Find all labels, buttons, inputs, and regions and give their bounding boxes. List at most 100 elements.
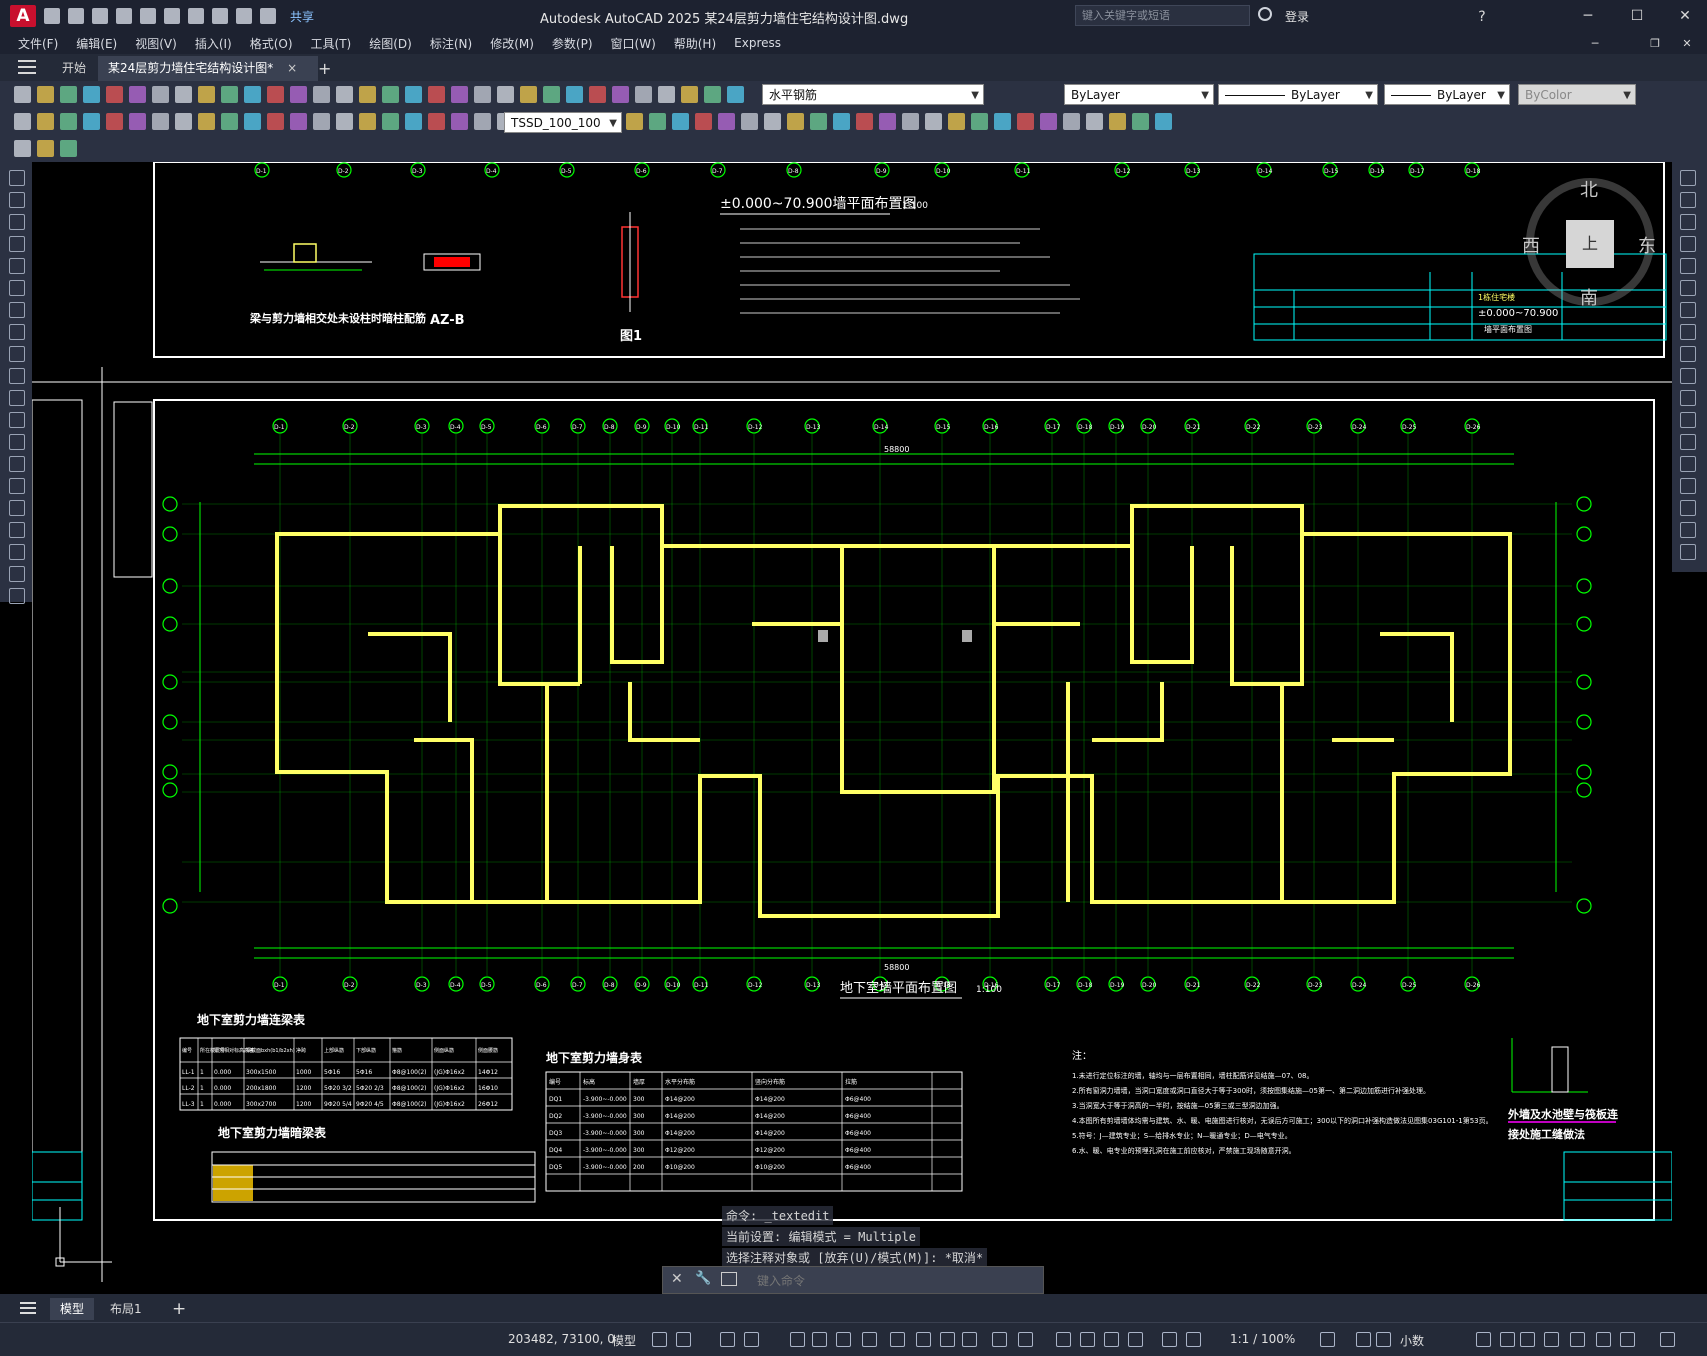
palette-tool-icon[interactable] xyxy=(1680,522,1696,538)
toolbar-tool-icon[interactable] xyxy=(1155,113,1172,130)
toolbar-tool-icon[interactable] xyxy=(267,86,284,103)
palette-tool-icon[interactable] xyxy=(1680,258,1696,274)
toolbar-tool-icon[interactable] xyxy=(672,113,689,130)
palette-tool-icon[interactable] xyxy=(9,324,25,340)
toolbar-tool-icon[interactable] xyxy=(405,86,422,103)
palette-tool-icon[interactable] xyxy=(9,588,25,604)
status-toggle-icon[interactable] xyxy=(1356,1332,1371,1347)
wrench-icon[interactable]: 🔧 xyxy=(695,1271,711,1286)
status-toggle-icon[interactable] xyxy=(890,1332,905,1347)
toolbar-tool-icon[interactable] xyxy=(695,113,712,130)
palette-tool-icon[interactable] xyxy=(1680,500,1696,516)
palette-tool-icon[interactable] xyxy=(9,434,25,450)
toolbar-tool-icon[interactable] xyxy=(60,140,77,157)
menu-tools[interactable]: 工具(T) xyxy=(311,35,352,52)
palette-tool-icon[interactable] xyxy=(1680,236,1696,252)
layer-dropdown[interactable]: 水平钢筋 ▼ xyxy=(762,84,984,105)
toolbar-tool-icon[interactable] xyxy=(267,113,284,130)
toolbar-tool-icon[interactable] xyxy=(152,113,169,130)
palette-tool-icon[interactable] xyxy=(9,456,25,472)
palette-tool-icon[interactable] xyxy=(9,522,25,538)
palette-tool-icon[interactable] xyxy=(9,412,25,428)
toolbar-tool-icon[interactable] xyxy=(727,86,744,103)
toolbar-tool-icon[interactable] xyxy=(704,86,721,103)
menu-express[interactable]: Express xyxy=(734,36,781,50)
viewcube-east[interactable]: 东 xyxy=(1638,232,1656,258)
menu-modify[interactable]: 修改(M) xyxy=(490,35,534,52)
toolbar-tool-icon[interactable] xyxy=(612,86,629,103)
toolbar-tool-icon[interactable] xyxy=(764,113,781,130)
palette-tool-icon[interactable] xyxy=(9,566,25,582)
toolbar-tool-icon[interactable] xyxy=(718,113,735,130)
toolbar-tool-icon[interactable] xyxy=(244,86,261,103)
toolbar-tool-icon[interactable] xyxy=(1132,113,1149,130)
toolbar-tool-icon[interactable] xyxy=(879,113,896,130)
toolbar-tool-icon[interactable] xyxy=(106,86,123,103)
toolbar-tool-icon[interactable] xyxy=(497,86,514,103)
tab-layout1[interactable]: 布局1 xyxy=(100,1298,152,1320)
toolbar-tool-icon[interactable] xyxy=(14,86,31,103)
status-toggle-icon[interactable] xyxy=(812,1332,827,1347)
menu-file[interactable]: 文件(F) xyxy=(18,35,58,52)
status-toggle-icon[interactable] xyxy=(1620,1332,1635,1347)
menu-insert[interactable]: 插入(I) xyxy=(195,35,232,52)
palette-tool-icon[interactable] xyxy=(1680,170,1696,186)
status-toggle-icon[interactable] xyxy=(1080,1332,1095,1347)
palette-tool-icon[interactable] xyxy=(1680,214,1696,230)
toolbar-tool-icon[interactable] xyxy=(1086,113,1103,130)
toolbar-tool-icon[interactable] xyxy=(129,113,146,130)
palette-tool-icon[interactable] xyxy=(9,214,25,230)
status-toggle-icon[interactable] xyxy=(1186,1332,1201,1347)
status-toggle-icon[interactable] xyxy=(962,1332,977,1347)
doc-close-button[interactable]: ✕ xyxy=(1677,34,1697,54)
toolbar-tool-icon[interactable] xyxy=(60,113,77,130)
toolbar-tool-icon[interactable] xyxy=(359,86,376,103)
command-input[interactable] xyxy=(755,1271,1029,1290)
toolbar-tool-icon[interactable] xyxy=(152,86,169,103)
toolbar-tool-icon[interactable] xyxy=(37,86,54,103)
autocad-logo-icon[interactable]: A xyxy=(10,5,36,27)
layout-menu-icon[interactable] xyxy=(20,1302,36,1314)
menu-window[interactable]: 窗口(W) xyxy=(611,35,656,52)
toolbar-tool-icon[interactable] xyxy=(405,113,422,130)
share-button[interactable]: 共享 xyxy=(290,8,314,25)
toolbar-tool-icon[interactable] xyxy=(649,113,666,130)
status-toggle-icon[interactable] xyxy=(1162,1332,1177,1347)
status-toggle-icon[interactable] xyxy=(676,1332,691,1347)
status-toggle-icon[interactable] xyxy=(1476,1332,1491,1347)
add-layout-button[interactable]: + xyxy=(162,1298,196,1320)
toolbar-tool-icon[interactable] xyxy=(658,86,675,103)
toolbar-tool-icon[interactable] xyxy=(681,86,698,103)
toolbar-tool-icon[interactable] xyxy=(359,113,376,130)
toolbar-tool-icon[interactable] xyxy=(1109,113,1126,130)
viewcube[interactable]: 北 南 东 西 上 xyxy=(1520,172,1660,312)
toolbar-tool-icon[interactable] xyxy=(290,86,307,103)
status-toggle-icon[interactable] xyxy=(1544,1332,1559,1347)
viewcube-south[interactable]: 南 xyxy=(1580,284,1598,310)
menu-help[interactable]: 帮助(H) xyxy=(674,35,716,52)
annotation-scale[interactable]: 1:1 / 100% xyxy=(1230,1332,1295,1346)
toolbar-tool-icon[interactable] xyxy=(60,86,77,103)
palette-tool-icon[interactable] xyxy=(9,478,25,494)
palette-tool-icon[interactable] xyxy=(9,390,25,406)
viewcube-north[interactable]: 北 xyxy=(1580,176,1598,202)
toolbar-tool-icon[interactable] xyxy=(221,86,238,103)
toolbar-tool-icon[interactable] xyxy=(198,113,215,130)
status-toggle-icon[interactable] xyxy=(1500,1332,1515,1347)
palette-tool-icon[interactable] xyxy=(1680,412,1696,428)
status-toggle-icon[interactable] xyxy=(1104,1332,1119,1347)
toolbar-tool-icon[interactable] xyxy=(971,113,988,130)
maximize-button[interactable]: ☐ xyxy=(1627,6,1647,26)
toolbar-tool-icon[interactable] xyxy=(83,86,100,103)
status-toggle-icon[interactable] xyxy=(1376,1332,1391,1347)
toolbar-tool-icon[interactable] xyxy=(474,113,491,130)
toolbar-tool-icon[interactable] xyxy=(626,113,643,130)
save-icon[interactable] xyxy=(92,8,108,24)
status-toggle-icon[interactable] xyxy=(652,1332,667,1347)
toolbar-tool-icon[interactable] xyxy=(474,86,491,103)
palette-tool-icon[interactable] xyxy=(9,236,25,252)
toolbar-tool-icon[interactable] xyxy=(14,140,31,157)
toolbar-tool-icon[interactable] xyxy=(856,113,873,130)
palette-tool-icon[interactable] xyxy=(9,544,25,560)
add-tab-button[interactable]: + xyxy=(308,56,341,81)
